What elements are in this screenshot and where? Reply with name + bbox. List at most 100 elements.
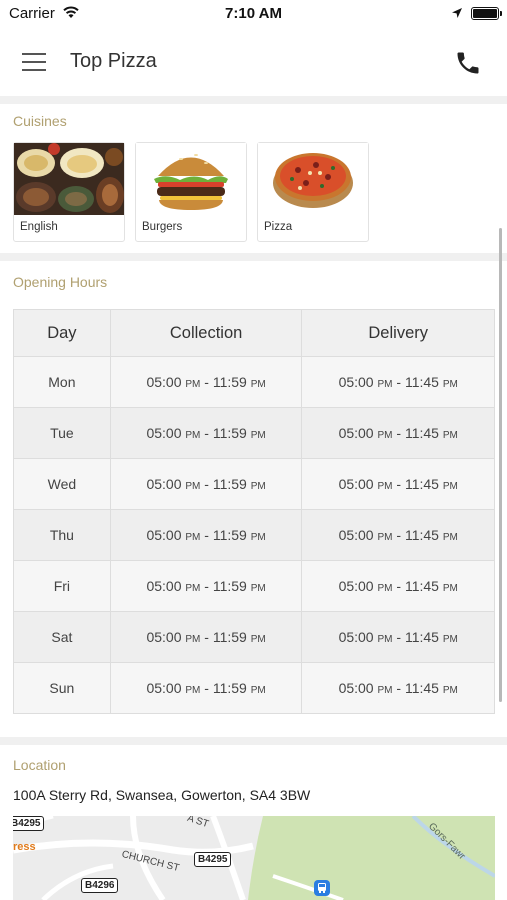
map-road-badge: B4296 bbox=[81, 878, 119, 893]
time-value: 11:59 bbox=[212, 425, 247, 441]
location-title: Location bbox=[13, 757, 66, 773]
time-value: 05:00 bbox=[146, 680, 182, 696]
battery-icon bbox=[471, 7, 502, 20]
cuisine-card-english[interactable]: English bbox=[13, 142, 125, 242]
table-row: Sat 05:00 PM - 11:59 PM 05:00 PM - 11:45 P… bbox=[13, 611, 495, 663]
ampm-label: PM bbox=[250, 532, 266, 543]
ampm-label: PM bbox=[377, 379, 393, 390]
collection-hours-cell: 05:00 PM - 11:59 PM bbox=[109, 407, 303, 459]
collection-hours-cell: 05:00 PM - 11:59 PM bbox=[109, 662, 303, 714]
time-value: 05:00 bbox=[338, 629, 374, 645]
cuisine-card-pizza[interactable]: Pizza bbox=[257, 142, 369, 242]
ampm-label: PM bbox=[442, 634, 458, 645]
cuisine-label: English bbox=[20, 221, 58, 233]
table-row: Sun 05:00 PM - 11:59 PM 05:00 PM - 11:45 P… bbox=[13, 662, 495, 714]
time-value: 11:59 bbox=[212, 374, 247, 390]
time-value: 11:59 bbox=[212, 578, 247, 594]
delivery-hours-cell: 05:00 PM - 11:45 PM bbox=[301, 356, 495, 408]
ampm-label: PM bbox=[250, 634, 266, 645]
table-row: Wed 05:00 PM - 11:59 PM 05:00 PM - 11:45 P… bbox=[13, 458, 495, 510]
section-divider bbox=[0, 96, 507, 104]
delivery-hours-cell: 05:00 PM - 11:45 PM bbox=[301, 509, 495, 561]
table-header-row: Day Collection Delivery bbox=[13, 309, 495, 357]
time-value: 11:59 bbox=[212, 476, 247, 492]
collection-hours-cell: 05:00 PM - 11:59 PM bbox=[109, 509, 303, 561]
column-header-collection: Collection bbox=[109, 309, 303, 357]
ampm-label: PM bbox=[377, 634, 393, 645]
app-header: Top Pizza bbox=[0, 30, 507, 96]
map-road-badge: B4295 bbox=[194, 852, 232, 867]
day-cell: Tue bbox=[13, 407, 111, 459]
section-divider bbox=[0, 253, 507, 261]
ampm-label: PM bbox=[250, 379, 266, 390]
time-value: 11:45 bbox=[404, 578, 439, 594]
map-road-badge: B4295 bbox=[13, 816, 45, 831]
ampm-label: PM bbox=[377, 430, 393, 441]
time-value: 11:45 bbox=[404, 476, 439, 492]
time-value: 05:00 bbox=[146, 527, 182, 543]
ampm-label: PM bbox=[377, 532, 393, 543]
map-label: ress bbox=[13, 841, 36, 853]
time-value: 05:00 bbox=[338, 680, 374, 696]
location-arrow-icon bbox=[452, 8, 462, 18]
opening-hours-title: Opening Hours bbox=[13, 274, 108, 290]
table-row: Fri 05:00 PM - 11:59 PM 05:00 PM - 11:45 P… bbox=[13, 560, 495, 612]
ampm-label: PM bbox=[250, 583, 266, 594]
hamburger-menu-icon[interactable] bbox=[22, 50, 48, 74]
ampm-label: PM bbox=[185, 430, 201, 441]
ampm-label: PM bbox=[442, 430, 458, 441]
time-value: 05:00 bbox=[146, 629, 182, 645]
ampm-label: PM bbox=[442, 481, 458, 492]
time-value: 11:59 bbox=[212, 629, 247, 645]
ampm-label: PM bbox=[185, 379, 201, 390]
delivery-hours-cell: 05:00 PM - 11:45 PM bbox=[301, 662, 495, 714]
collection-hours-cell: 05:00 PM - 11:59 PM bbox=[109, 611, 303, 663]
collection-hours-cell: 05:00 PM - 11:59 PM bbox=[109, 356, 303, 408]
table-row: Mon 05:00 PM - 11:59 PM 05:00 PM - 11:45 P… bbox=[13, 356, 495, 408]
cuisines-title: Cuisines bbox=[13, 113, 67, 129]
time-value: 11:45 bbox=[404, 374, 439, 390]
scrollbar[interactable] bbox=[499, 228, 502, 702]
day-cell: Fri bbox=[13, 560, 111, 612]
delivery-hours-cell: 05:00 PM - 11:45 PM bbox=[301, 458, 495, 510]
time-value: 11:45 bbox=[404, 680, 439, 696]
ampm-label: PM bbox=[250, 430, 266, 441]
location-map[interactable]: B4295 ress CHURCH ST A ST Gors-Fawr B429… bbox=[13, 816, 495, 900]
status-time: 7:10 AM bbox=[225, 5, 282, 22]
day-cell: Mon bbox=[13, 356, 111, 408]
cuisine-label: Burgers bbox=[142, 221, 183, 233]
time-value: 11:59 bbox=[212, 527, 247, 543]
section-divider bbox=[0, 737, 507, 745]
ampm-label: PM bbox=[377, 481, 393, 492]
cuisine-card-burgers[interactable]: Burgers bbox=[135, 142, 247, 242]
time-value: 05:00 bbox=[338, 425, 374, 441]
ampm-label: PM bbox=[377, 685, 393, 696]
bus-stop-icon bbox=[314, 880, 330, 896]
time-value: 05:00 bbox=[338, 374, 374, 390]
time-value: 11:45 bbox=[404, 527, 439, 543]
phone-icon[interactable] bbox=[454, 49, 482, 77]
cuisine-label: Pizza bbox=[264, 221, 293, 233]
delivery-hours-cell: 05:00 PM - 11:45 PM bbox=[301, 611, 495, 663]
time-value: 05:00 bbox=[146, 374, 182, 390]
ampm-label: PM bbox=[442, 583, 458, 594]
ampm-label: PM bbox=[442, 532, 458, 543]
ampm-label: PM bbox=[442, 379, 458, 390]
time-value: 05:00 bbox=[338, 578, 374, 594]
column-header-delivery: Delivery bbox=[301, 309, 495, 357]
ampm-label: PM bbox=[185, 532, 201, 543]
delivery-hours-cell: 05:00 PM - 11:45 PM bbox=[301, 560, 495, 612]
day-cell: Sun bbox=[13, 662, 111, 714]
burger-image bbox=[136, 143, 246, 215]
collection-hours-cell: 05:00 PM - 11:59 PM bbox=[109, 458, 303, 510]
ampm-label: PM bbox=[185, 481, 201, 492]
ampm-label: PM bbox=[185, 634, 201, 645]
time-value: 05:00 bbox=[338, 476, 374, 492]
ampm-label: PM bbox=[250, 481, 266, 492]
opening-hours-table: Day Collection Delivery Mon 05:00 PM - 11… bbox=[13, 309, 495, 714]
ampm-label: PM bbox=[442, 685, 458, 696]
time-value: 11:45 bbox=[404, 425, 439, 441]
page-title: Top Pizza bbox=[70, 50, 157, 72]
pizza-image bbox=[258, 143, 368, 215]
ampm-label: PM bbox=[185, 583, 201, 594]
